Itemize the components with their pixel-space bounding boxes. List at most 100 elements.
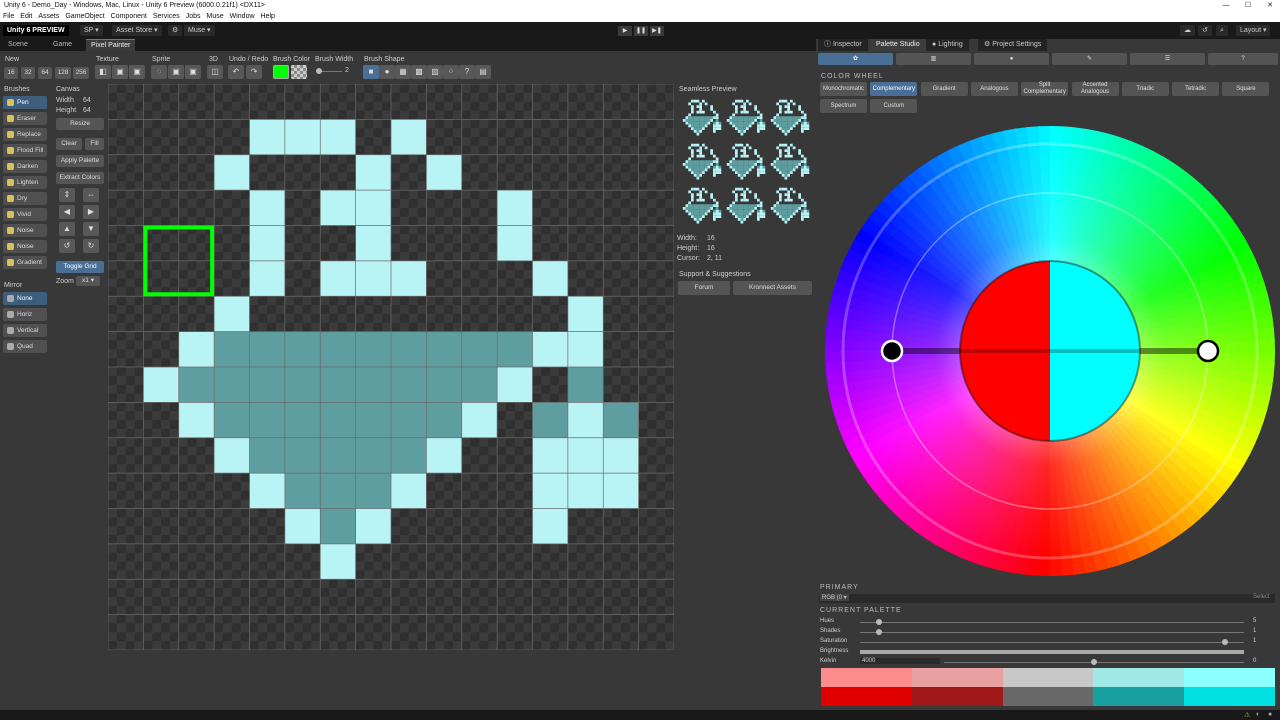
primary-select-button[interactable]: Select [1253, 594, 1270, 600]
new-64-button[interactable]: 64 [38, 67, 52, 79]
pixel[interactable] [355, 437, 391, 474]
brush-lighten[interactable]: Lighten [3, 176, 47, 189]
pixel[interactable] [355, 225, 391, 261]
pixel[interactable] [284, 402, 321, 438]
pixel[interactable] [320, 367, 356, 403]
pixel[interactable] [249, 225, 285, 261]
primary-field[interactable] [819, 594, 1275, 603]
slider-knob[interactable] [876, 629, 883, 635]
circle-brush-icon[interactable]: ● [379, 65, 395, 79]
swatch-light[interactable] [911, 668, 1004, 687]
swatch-dark[interactable] [1184, 687, 1276, 706]
pixel[interactable] [214, 437, 250, 474]
pixel[interactable] [426, 367, 462, 403]
square-brush-icon[interactable]: ■ [363, 65, 379, 79]
texture-save-as-icon[interactable]: ▣ [129, 65, 145, 79]
swatch-dark[interactable] [1093, 687, 1185, 706]
brush-noise[interactable]: Noise [3, 224, 47, 237]
color-wheel[interactable] [824, 123, 1276, 579]
sprite-save-icon[interactable]: ▣ [168, 65, 184, 79]
rotate-left-icon[interactable]: ↺ [59, 239, 75, 253]
arrow-down-icon[interactable]: ▼ [83, 222, 99, 236]
pixel-grid[interactable] [108, 84, 674, 650]
height-value[interactable]: 64 [83, 107, 91, 114]
kelvin-input[interactable]: 4000 [860, 658, 940, 664]
pixel[interactable] [532, 508, 568, 544]
pixel[interactable] [426, 402, 462, 438]
menu-component[interactable]: Component [108, 11, 150, 22]
pixel[interactable] [249, 402, 285, 438]
tab-palette-studio[interactable]: Palette Studio [870, 39, 926, 51]
pixel[interactable] [320, 190, 356, 226]
menu-gameobject[interactable]: GameObject [62, 11, 107, 22]
mode-triadic[interactable]: Triadic [1121, 82, 1169, 96]
new-16-button[interactable]: 16 [4, 67, 18, 79]
brush-eraser[interactable]: Eraser [3, 112, 47, 125]
sprite-export-icon[interactable]: ▣ [185, 65, 201, 79]
pixel[interactable] [355, 260, 391, 297]
mode-square[interactable]: Square [1222, 82, 1270, 96]
slider-hues[interactable] [860, 619, 1244, 625]
pixel[interactable] [567, 402, 604, 438]
slider-shades[interactable] [860, 629, 1244, 635]
zoom-dropdown[interactable]: x1 ▾ [76, 276, 100, 286]
menu-muse[interactable]: Muse [204, 11, 227, 22]
primary-mode-dropdown[interactable]: RGB (0 ▾ [820, 594, 849, 601]
brush-noise-tone[interactable]: Noise Tone [3, 240, 47, 263]
pixel[interactable] [284, 331, 321, 367]
pixel[interactable] [497, 367, 533, 403]
pixel[interactable] [355, 508, 391, 544]
palette-tab-icon[interactable]: ▥ [896, 53, 971, 65]
pixel[interactable] [497, 190, 533, 226]
pixel[interactable] [214, 331, 250, 367]
pixel[interactable] [567, 437, 604, 474]
pixel[interactable] [284, 473, 321, 509]
eyedropper-tab-icon[interactable]: ✎ [1052, 53, 1127, 65]
history-icon[interactable]: ↺ [1198, 25, 1212, 36]
cloud-icon[interactable]: ⚙ [168, 25, 183, 36]
tab-scene[interactable]: Scene [3, 39, 33, 51]
mode-spectrum[interactable]: Spectrum [820, 99, 867, 113]
arrow-up-icon[interactable]: ▲ [59, 222, 75, 236]
mirror-none[interactable]: None [3, 292, 47, 305]
minimize-button[interactable]: — [1216, 0, 1236, 11]
close-button[interactable]: ✕ [1260, 0, 1280, 11]
brush-flood-fill[interactable]: Flood Fill [3, 144, 47, 157]
mode-split-complementary[interactable]: Split Complementary [1021, 82, 1069, 96]
new-256-button[interactable]: 256 [73, 67, 89, 79]
pause-button[interactable]: ❚❚ [634, 26, 648, 36]
pixel[interactable] [320, 473, 356, 509]
shift-up-down-icon[interactable]: ⇕ [59, 188, 75, 202]
pixel[interactable] [249, 190, 285, 226]
pixel[interactable] [567, 296, 604, 332]
pixel[interactable] [284, 508, 321, 544]
new-32-button[interactable]: 32 [21, 67, 35, 79]
apply-palette-button[interactable]: Apply Palette [56, 155, 104, 167]
mode-gradient[interactable]: Gradient [920, 82, 968, 96]
slider-brightness[interactable] [860, 650, 1244, 654]
slider-knob[interactable] [1221, 639, 1228, 645]
setting-value-hues[interactable]: 5 [1253, 618, 1256, 624]
pixel[interactable] [391, 402, 427, 438]
pixel[interactable] [391, 367, 427, 403]
pixel[interactable] [320, 508, 356, 544]
pixel[interactable] [461, 402, 498, 438]
mode-analogous[interactable]: Analogous [970, 82, 1018, 96]
tab-project-settings[interactable]: ⚙ Project Settings [978, 39, 1048, 51]
menu-file[interactable]: File [0, 11, 17, 22]
pixel[interactable] [214, 296, 250, 332]
pixel[interactable] [461, 367, 498, 403]
swatch-dark[interactable] [911, 687, 1004, 706]
clear-button[interactable]: Clear [56, 138, 82, 150]
pixel[interactable] [461, 331, 498, 367]
mirror-vertical[interactable]: Vertical [3, 324, 47, 337]
swatch-light[interactable] [821, 668, 913, 687]
pixel[interactable] [355, 154, 391, 191]
pixel[interactable] [603, 473, 639, 509]
tab-inspector[interactable]: ⓘ Inspector [818, 39, 868, 51]
spray-brush-icon[interactable]: ⁘ [443, 65, 459, 79]
pixel[interactable] [391, 437, 427, 474]
setting-value-kelvin[interactable]: 0 [1253, 658, 1256, 664]
kronnect-assets-button[interactable]: Kronnect Assets [733, 281, 812, 295]
extract-colors-button[interactable]: Extract Colors [56, 172, 104, 184]
